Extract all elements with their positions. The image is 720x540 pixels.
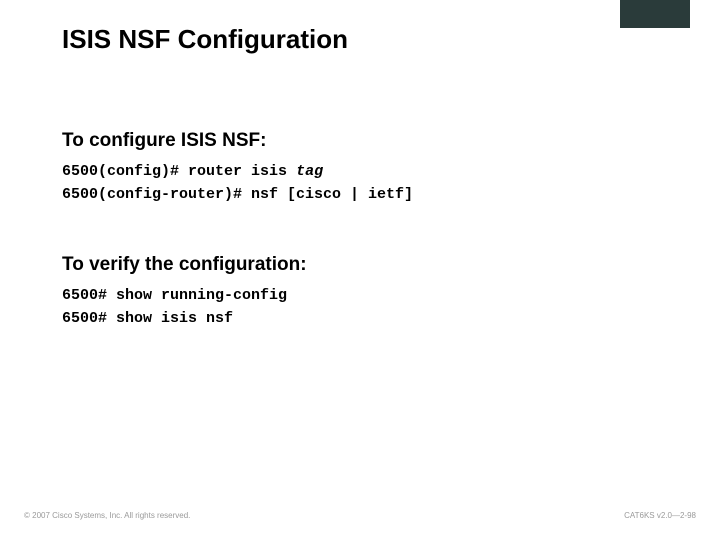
configure-code-line-1: 6500(config)# router isis tag — [62, 160, 413, 183]
command-text: nsf [cisco | ietf] — [251, 186, 413, 203]
footer-course-code: CAT6KS v2.0—2-98 — [624, 511, 696, 520]
configure-code-line-2: 6500(config-router)# nsf [cisco | ietf] — [62, 183, 413, 206]
configure-heading: To configure ISIS NSF: — [62, 130, 413, 152]
command-text: router isis — [188, 163, 296, 180]
slide-title: ISIS NSF Configuration — [62, 24, 348, 55]
prompt-text: 6500(config-router)# — [62, 186, 251, 203]
corner-accent — [620, 0, 690, 28]
command-arg: tag — [296, 163, 323, 180]
verify-code-line-1: 6500# show running-config — [62, 284, 307, 307]
verify-code-line-2: 6500# show isis nsf — [62, 307, 307, 330]
prompt-text: 6500(config)# — [62, 163, 188, 180]
footer-copyright: © 2007 Cisco Systems, Inc. All rights re… — [24, 511, 190, 520]
configure-section: To configure ISIS NSF: 6500(config)# rou… — [62, 130, 413, 207]
verify-heading: To verify the configuration: — [62, 254, 307, 276]
verify-section: To verify the configuration: 6500# show … — [62, 254, 307, 331]
